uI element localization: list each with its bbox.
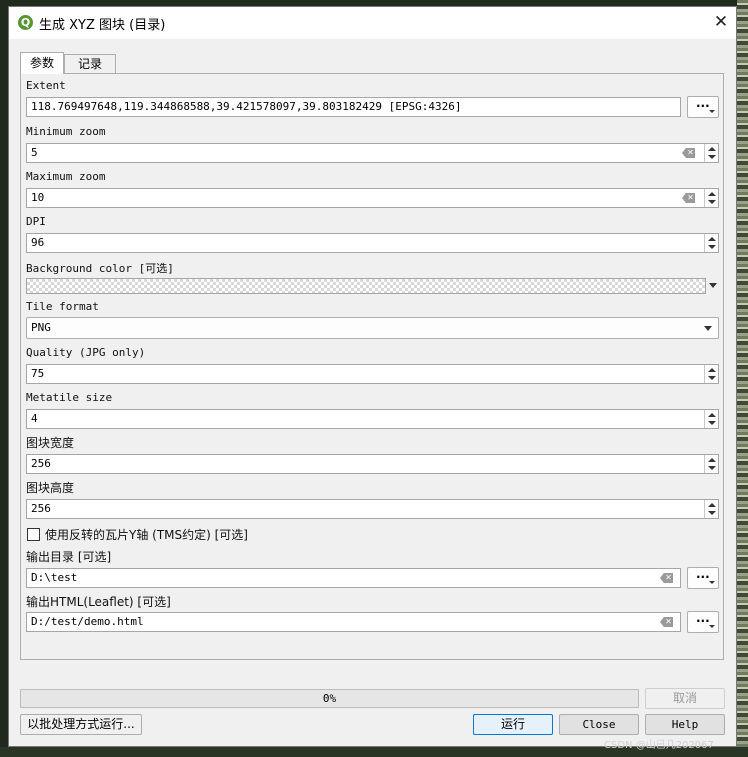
tab-parameters[interactable]: 参数 [20, 52, 64, 74]
quality-label: Quality (JPG only) [26, 346, 146, 359]
extent-value: 118.769497648,119.344868588,39.421578097… [31, 100, 462, 113]
tile-height-spinner[interactable] [704, 500, 718, 518]
metatile-size-spinner[interactable] [704, 410, 718, 428]
metatile-size-value: 4 [31, 412, 38, 425]
output-html-input[interactable]: D:/test/demo.html ✕ [26, 612, 681, 632]
title-bar: Q 生成 XYZ 图块 (目录) ✕ [9, 7, 736, 39]
background-color-label: Background color [可选] [26, 262, 174, 275]
close-icon[interactable]: ✕ [709, 10, 733, 34]
chevron-down-icon[interactable] [709, 283, 717, 288]
clear-text-icon[interactable]: ✕ [682, 193, 695, 203]
spin-up-icon[interactable] [708, 413, 716, 417]
background-color-swatch[interactable] [26, 278, 706, 294]
spin-up-icon[interactable] [708, 192, 716, 196]
tile-height-input[interactable]: 256 [26, 499, 719, 519]
max-zoom-spinner[interactable] [704, 189, 718, 207]
quality-value: 75 [31, 367, 45, 380]
output-dir-value: D:\test [31, 571, 78, 584]
spin-up-icon[interactable] [708, 147, 716, 151]
metatile-size-label: Metatile size [26, 391, 113, 404]
max-zoom-input[interactable]: 10 ✕ [26, 188, 719, 208]
tile-width-value: 256 [31, 457, 51, 470]
inverted-y-checkbox[interactable] [27, 528, 40, 541]
spin-up-icon[interactable] [708, 368, 716, 372]
min-zoom-input[interactable]: 5 ✕ [26, 143, 719, 163]
dpi-spinner[interactable] [704, 234, 718, 252]
spin-down-icon[interactable] [708, 466, 716, 470]
dpi-label: DPI [26, 215, 46, 228]
cancel-button[interactable]: 取消 [645, 688, 725, 709]
output-dir-label: 输出目录 [可选] [26, 550, 112, 564]
window-title: 生成 XYZ 图块 (目录) [39, 18, 166, 33]
chevron-down-icon [709, 625, 715, 628]
inverted-y-label: 使用反转的瓦片Y轴 (TMS约定) [可选] [45, 528, 248, 542]
chevron-down-icon [709, 110, 715, 113]
clear-text-icon[interactable]: ✕ [660, 573, 673, 583]
close-button[interactable]: Close [559, 714, 639, 735]
output-dir-browse-button[interactable]: ··· [687, 567, 719, 589]
output-html-browse-button[interactable]: ··· [687, 611, 719, 633]
quality-input[interactable]: 75 [26, 364, 719, 384]
spin-up-icon[interactable] [708, 458, 716, 462]
ellipsis-icon: ··· [696, 99, 710, 113]
max-zoom-label: Maximum zoom [26, 170, 106, 183]
min-zoom-value: 5 [31, 146, 38, 159]
spin-up-icon[interactable] [708, 237, 716, 241]
help-button[interactable]: Help [645, 714, 725, 735]
output-html-value: D:/test/demo.html [31, 615, 144, 628]
chevron-down-icon [704, 326, 712, 331]
tile-height-label: 图块高度 [26, 481, 75, 495]
spin-down-icon[interactable] [708, 511, 716, 515]
output-html-label: 输出HTML(Leaflet) [可选] [26, 595, 171, 609]
min-zoom-spinner[interactable] [704, 144, 718, 162]
tile-format-select[interactable]: PNG [26, 317, 719, 339]
background-map-strip [737, 0, 748, 757]
extent-input[interactable]: 118.769497648,119.344868588,39.421578097… [26, 97, 681, 117]
clear-text-icon[interactable]: ✕ [682, 148, 695, 158]
chevron-down-icon [709, 581, 715, 584]
spin-down-icon[interactable] [708, 376, 716, 380]
dpi-value: 96 [31, 236, 45, 249]
batch-process-button[interactable]: 以批处理方式运行... [20, 714, 142, 735]
max-zoom-value: 10 [31, 191, 45, 204]
progress-bar: 0% [20, 689, 639, 708]
extent-more-button[interactable]: ··· [687, 96, 719, 118]
extent-label: Extent [26, 79, 66, 92]
quality-spinner[interactable] [704, 365, 718, 383]
tile-format-label: Tile format [26, 300, 99, 313]
tile-width-input[interactable]: 256 [26, 454, 719, 474]
qgis-icon: Q [18, 15, 33, 30]
min-zoom-label: Minimum zoom [26, 125, 106, 138]
ellipsis-icon: ··· [696, 614, 710, 628]
spin-down-icon[interactable] [708, 155, 716, 159]
metatile-size-input[interactable]: 4 [26, 409, 719, 429]
spin-down-icon[interactable] [708, 200, 716, 204]
ellipsis-icon: ··· [696, 570, 710, 584]
watermark: CSDN @山已几202067 [604, 740, 714, 751]
spin-down-icon[interactable] [708, 421, 716, 425]
spin-down-icon[interactable] [708, 245, 716, 249]
tile-height-value: 256 [31, 502, 51, 515]
tile-width-label: 图块宽度 [26, 436, 75, 450]
tab-log[interactable]: 记录 [64, 54, 116, 74]
dialog-window: Q 生成 XYZ 图块 (目录) ✕ 参数 记录 Extent 118.7694… [8, 6, 737, 747]
tile-width-spinner[interactable] [704, 455, 718, 473]
spin-up-icon[interactable] [708, 503, 716, 507]
run-button[interactable]: 运行 [473, 714, 553, 735]
dpi-input[interactable]: 96 [26, 233, 719, 253]
tile-format-value: PNG [31, 321, 51, 334]
output-dir-input[interactable]: D:\test ✕ [26, 568, 681, 588]
clear-text-icon[interactable]: ✕ [660, 617, 673, 627]
